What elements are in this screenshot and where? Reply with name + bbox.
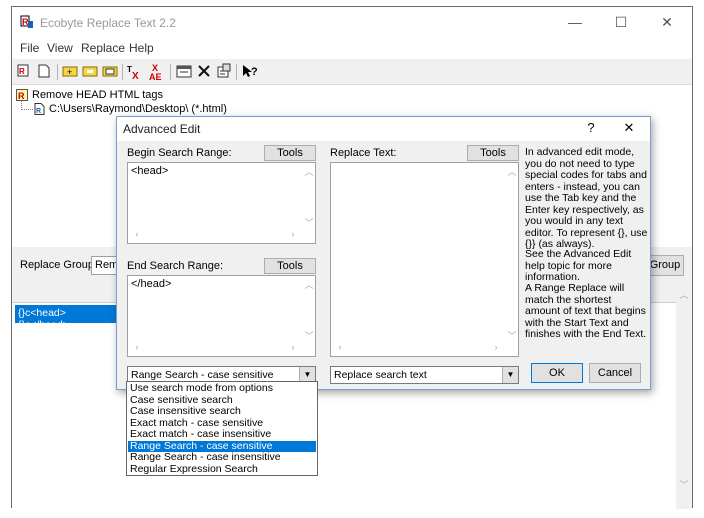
dropdown-option[interactable]: Range Search - case insensitive [128,452,316,464]
advanced-edit-dialog: Advanced Edit ? ✕ Begin Search Range: To… [116,116,651,390]
scroll-right-icon[interactable]: › [286,229,300,239]
end-tools-button[interactable]: Tools [264,258,316,274]
toolbar: R + TX X AE ? [12,59,692,85]
dialog-close-button[interactable]: ✕ [619,120,639,138]
scroll-left-icon[interactable]: ‹ [130,342,144,352]
scroll-down-icon[interactable]: ﹀ [677,478,691,491]
svg-text:R: R [19,67,25,76]
scroll-down-icon[interactable]: ﹀ [302,216,316,229]
svg-text:R: R [36,108,41,115]
menu-file[interactable]: File [20,41,39,55]
scroll-up-icon[interactable]: ︿ [505,165,519,178]
file-mask-icon: R [34,103,45,115]
toolbar-separator [236,64,237,80]
svg-text:AE: AE [149,72,162,81]
toolbar-separator [122,64,123,80]
replace-text-textbox[interactable]: ︿ ﹀ ‹ › [330,162,519,357]
menu-help[interactable]: Help [129,41,154,55]
toolbar-window-icon[interactable] [175,63,193,81]
begin-search-range-textbox[interactable]: <head> ︿ ﹀ ‹ › [127,162,316,244]
search-mode-value: Range Search - case sensitive [131,369,274,381]
end-search-range-textbox[interactable]: </head> ︿ ﹀ ‹ › [127,275,316,357]
svg-text:X: X [132,71,139,81]
maximize-button[interactable]: ☐ [598,11,644,35]
tree-file-mask-item[interactable]: C:\Users\Raymond\Desktop\ (*.html) [49,103,227,115]
tree-root-icon: R [16,89,28,101]
svg-text:+: + [67,67,72,77]
toolbar-properties-icon[interactable] [215,63,233,81]
ok-button[interactable]: OK [531,363,583,383]
toolbar-context-help-icon[interactable]: ? [241,63,259,81]
toolbar-add-group-icon[interactable]: + [61,63,79,81]
toolbar-new-project-icon[interactable]: R [15,63,33,81]
app-icon: R [20,15,34,29]
group-button[interactable]: Group [646,255,684,276]
dialog-title: Advanced Edit [123,122,201,136]
end-search-range-label: End Search Range: [127,260,224,272]
begin-search-range-label: Begin Search Range: [127,147,232,159]
toolbar-replace-icon[interactable]: TX [126,63,144,82]
svg-text:R: R [18,91,25,101]
scroll-up-icon[interactable]: ︿ [677,288,691,301]
tree-root-item[interactable]: Remove HEAD HTML tags [32,89,163,101]
scroll-right-icon[interactable]: › [286,342,300,352]
menu-view[interactable]: View [47,41,73,55]
minimize-button[interactable]: — [552,11,598,35]
dropdown-option[interactable]: Exact match - case insensitive [128,429,316,441]
menu-replace[interactable]: Replace [81,41,125,55]
toolbar-delete-icon[interactable] [195,63,213,81]
cancel-button[interactable]: Cancel [589,363,641,383]
replace-group-label: Replace Group: [20,259,98,271]
scroll-left-icon[interactable]: ‹ [130,229,144,239]
close-button[interactable]: ✕ [644,11,690,35]
list-row-selected[interactable]: {}c<head>{}c</head> [15,305,119,331]
toolbar-folder-open-icon[interactable] [101,63,119,81]
scroll-right-icon[interactable]: › [489,342,503,352]
dropdown-option[interactable]: Use search mode from options [128,383,316,395]
title-bar[interactable]: R Ecobyte Replace Text 2.2 — ☐ ✕ [12,7,692,39]
replace-tools-button[interactable]: Tools [467,145,519,161]
toolbar-new-file-icon[interactable] [35,63,53,81]
search-mode-dropdown-list[interactable]: Use search mode from options Case sensit… [126,381,318,476]
help-text-range-replace: A Range Replace will match the shortest … [525,282,647,340]
scroll-up-icon[interactable]: ︿ [302,278,316,291]
begin-tools-button[interactable]: Tools [264,145,316,161]
begin-search-range-value: <head> [131,165,169,177]
scroll-left-icon[interactable]: ‹ [333,342,347,352]
tree-connector [21,101,33,110]
replace-mode-value: Replace search text [334,369,427,381]
list-vertical-scrollbar[interactable]: ︿ ﹀ [676,285,692,509]
app-title: Ecobyte Replace Text 2.2 [40,16,176,30]
toolbar-separator [170,64,171,80]
scroll-up-icon[interactable]: ︿ [302,165,316,178]
replace-text-label: Replace Text: [330,147,397,159]
toolbar-replace-all-icon[interactable]: X AE [148,63,166,82]
scroll-down-icon[interactable]: ﹀ [505,329,519,342]
dialog-title-bar[interactable]: Advanced Edit ? ✕ [117,117,650,141]
replace-mode-select[interactable]: Replace search text ▼ [330,366,519,384]
end-search-range-value: </head> [131,278,172,290]
toolbar-separator [57,64,58,80]
dropdown-option[interactable]: Case insensitive search [128,406,316,418]
chevron-down-icon[interactable]: ▼ [502,367,518,383]
help-text-advanced-mode: In advanced edit mode, you do not need t… [525,146,648,250]
scroll-down-icon[interactable]: ﹀ [302,329,316,342]
help-text-see-help: See the Advanced Edit help topic for mor… [525,248,632,283]
svg-text:?: ? [251,66,258,78]
menu-bar: File View Replace Help [12,39,692,59]
dropdown-option[interactable]: Regular Expression Search [128,463,316,476]
svg-text:R: R [22,17,29,27]
toolbar-folder-icon[interactable] [81,63,99,81]
dialog-help-button[interactable]: ? [581,120,601,138]
